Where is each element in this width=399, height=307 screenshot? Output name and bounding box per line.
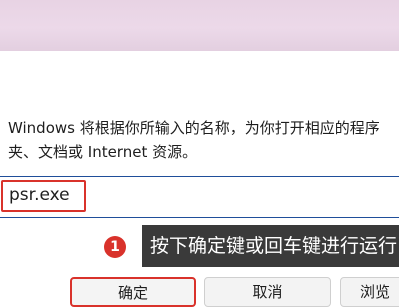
browse-button[interactable]: 浏览 bbox=[340, 277, 399, 307]
ok-button[interactable]: 确定 bbox=[70, 277, 196, 307]
window-top-band bbox=[0, 0, 399, 51]
cancel-button[interactable]: 取消 bbox=[204, 277, 331, 307]
instruction-tooltip: 按下确定键或回车键进行运行 bbox=[142, 225, 399, 267]
dialog-description: Windows 将根据你所输入的名称，为你打开相应的程序 夹、文档或 Inter… bbox=[8, 119, 380, 161]
step-number-badge: 1 bbox=[104, 236, 126, 258]
open-input-value[interactable]: psr.exe bbox=[1, 180, 86, 212]
